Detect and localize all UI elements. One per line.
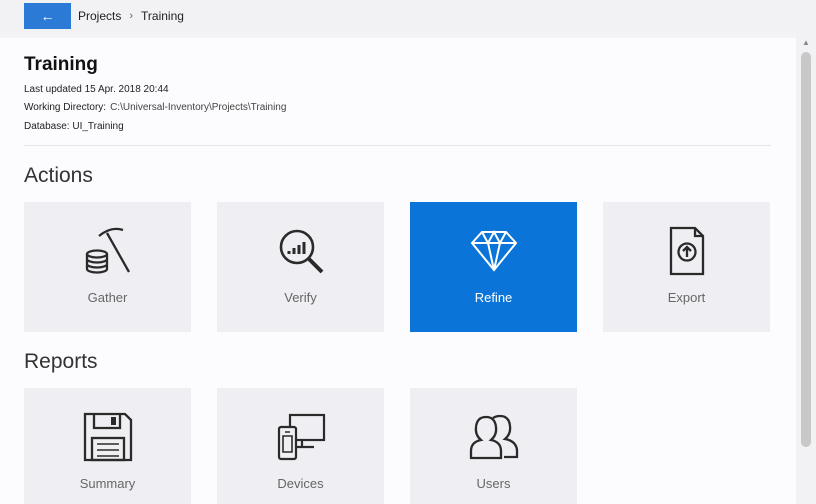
export-label: Export xyxy=(667,290,706,305)
top-bar: ← Projects › Training xyxy=(0,0,816,34)
working-directory: Working Directory: C:\Universal-Inventory… xyxy=(24,102,286,113)
users-label: Users xyxy=(476,476,511,491)
summary-tile[interactable]: Summary xyxy=(24,388,191,504)
reports-heading: Reports xyxy=(24,350,98,373)
working-directory-label: Working Directory: xyxy=(24,102,107,113)
magnifier-chart-icon xyxy=(276,226,326,281)
scroll-thumb[interactable] xyxy=(801,52,811,447)
devices-tile[interactable]: Devices xyxy=(217,388,384,504)
main-content: Training Last updated 15 Apr. 2018 20:44… xyxy=(0,38,796,504)
refine-label: Refine xyxy=(474,290,513,305)
working-directory-value: C:\Universal-Inventory\Projects\Training xyxy=(110,102,287,113)
devices-icon xyxy=(276,412,326,467)
back-arrow-icon: ← xyxy=(40,8,55,24)
breadcrumb-training: Training xyxy=(141,9,184,23)
last-updated: Last updated 15 Apr. 2018 20:44 xyxy=(24,84,169,95)
breadcrumb-projects[interactable]: Projects xyxy=(78,9,121,23)
verify-tile[interactable]: Verify xyxy=(217,202,384,332)
breadcrumb: Projects › Training xyxy=(78,9,184,23)
gather-label: Gather xyxy=(87,290,128,305)
database: Database: UI_Training xyxy=(24,121,124,132)
divider xyxy=(24,145,771,146)
summary-label: Summary xyxy=(79,476,136,491)
scroll-up-icon[interactable]: ▲ xyxy=(801,38,811,48)
users-icon xyxy=(469,412,519,467)
back-button[interactable]: ← xyxy=(24,3,71,29)
verify-label: Verify xyxy=(284,290,317,305)
chevron-right-icon: › xyxy=(129,10,134,22)
gather-tile[interactable]: Gather xyxy=(24,202,191,332)
document-upload-icon xyxy=(662,226,712,281)
users-tile[interactable]: Users xyxy=(410,388,577,504)
page-title: Training xyxy=(24,54,98,75)
devices-label: Devices xyxy=(277,476,324,491)
floppy-disk-icon xyxy=(83,412,133,467)
actions-heading: Actions xyxy=(24,164,93,187)
diamond-icon xyxy=(469,226,519,281)
refine-tile[interactable]: Refine xyxy=(410,202,577,332)
export-tile[interactable]: Export xyxy=(603,202,770,332)
pickaxe-coins-icon xyxy=(83,226,133,281)
